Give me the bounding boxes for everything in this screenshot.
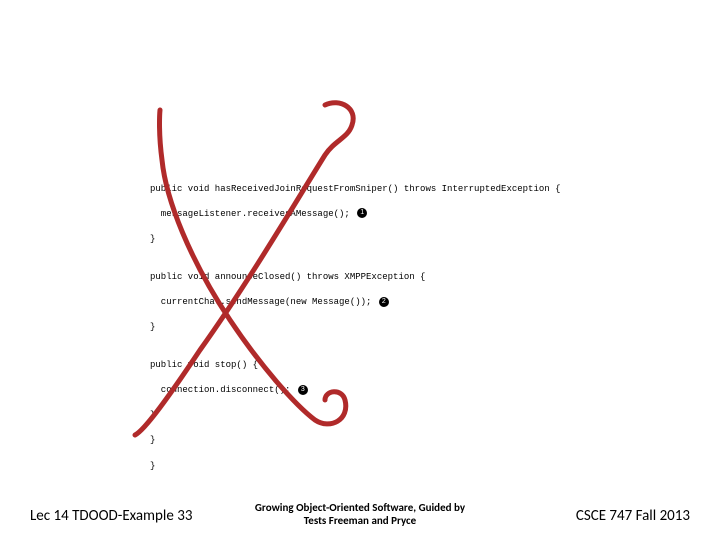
code-line: messageListener.receivesAMessage(); 1 (150, 208, 560, 221)
footer-center-line2: Tests Freeman and Pryce (304, 514, 416, 527)
annotation-number-1-icon: 1 (357, 208, 367, 218)
code-text: currentChat.sendMessage(new Message()); (150, 297, 371, 307)
code-block: public void hasReceivedJoinRequestFromSn… (150, 170, 560, 485)
code-line: currentChat.sendMessage(new Message()); … (150, 296, 560, 309)
code-line: } (150, 233, 560, 246)
code-text: public void announceClosed() throws XMPP… (150, 272, 425, 282)
footer-center-line1: Growing Object-Oriented Software, Guided… (255, 501, 465, 514)
code-line: } (150, 434, 560, 447)
code-line: } (150, 460, 560, 473)
code-text: public void stop() { (150, 360, 258, 370)
code-line: public void stop() { (150, 359, 560, 372)
code-line: public void hasReceivedJoinRequestFromSn… (150, 183, 560, 196)
code-text: connection.disconnect(); (150, 385, 290, 395)
code-line: } (150, 321, 560, 334)
annotation-number-3-icon: 3 (298, 385, 308, 395)
code-line: connection.disconnect(); 3 (150, 384, 560, 397)
code-line: } (150, 409, 560, 422)
code-text: public void hasReceivedJoinRequestFromSn… (150, 184, 560, 194)
annotation-number-2-icon: 2 (379, 297, 389, 307)
code-line: public void announceClosed() throws XMPP… (150, 271, 560, 284)
footer-right-text: CSCE 747 Fall 2013 (576, 507, 690, 525)
code-text: messageListener.receivesAMessage(); (150, 209, 350, 219)
